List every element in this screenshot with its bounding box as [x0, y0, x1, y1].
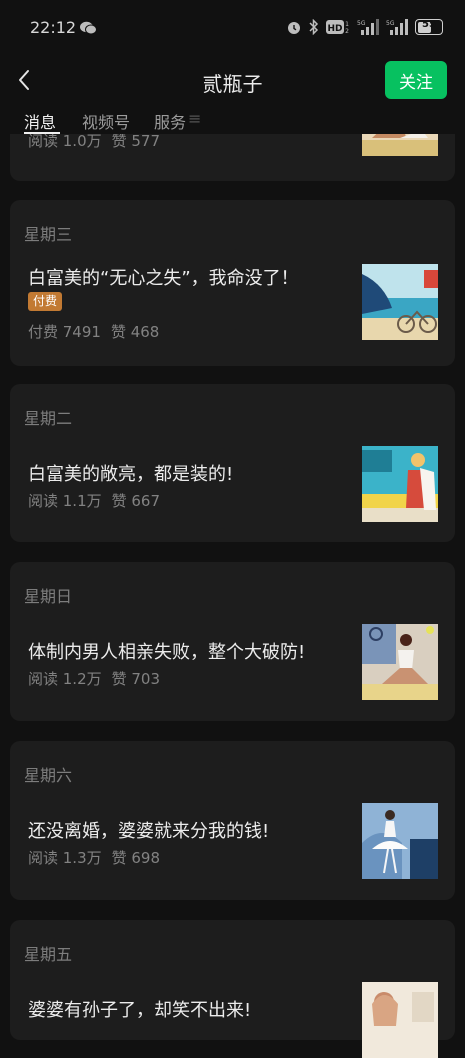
signal-5g-icon: 5G — [357, 19, 379, 35]
battery-icon: 55 — [415, 19, 443, 35]
article-card[interactable]: 星期二 白富美的敞亮，都是装的! 阅读 1.1万赞 667 — [10, 384, 455, 542]
article-card[interactable]: 星期三 白富美的“无心之失”，我命没了！ 付费 付费 7491 赞 468 — [10, 200, 455, 366]
woman-portrait-illustration-icon — [362, 982, 438, 1058]
article-list: 阅读 1.0万赞 577 星期三 白富美的“无心之失”，我命没了！ 付费 付费 … — [0, 0, 465, 1058]
bluetooth-icon — [309, 19, 319, 35]
article-card[interactable]: 星期日 体制内男人相亲失败，整个大破防! 阅读 1.2万赞 703 — [10, 562, 455, 721]
battery-percent: 55 — [422, 19, 436, 30]
article-day: 星期二 — [24, 409, 73, 428]
yoga-illustration-icon — [362, 624, 438, 700]
article-card[interactable]: 星期五 婆婆有孙子了，却笑不出来! — [10, 920, 455, 1058]
tab-bar: 消息 视频号 服务 ≡ — [0, 104, 465, 134]
signal-5g-icon: 5G — [386, 19, 408, 35]
article-stats: 阅读 1.2万赞 703 — [28, 668, 160, 689]
article-day: 星期三 — [24, 225, 73, 244]
back-button[interactable] — [12, 66, 40, 94]
article-title: 体制内男人相亲失败，整个大破防! — [28, 642, 306, 663]
article-title: 婆婆有孙子了，却笑不出来! — [28, 1000, 252, 1021]
tab-channels[interactable]: 视频号 — [82, 109, 130, 133]
like-count: 赞 577 — [111, 132, 161, 150]
follow-button[interactable]: 关注 — [385, 61, 447, 99]
article-card[interactable]: 星期六 还没离婚，婆婆就来分我的钱! 阅读 1.3万赞 698 — [10, 741, 455, 900]
article-day: 星期六 — [24, 766, 73, 785]
hd-label: HD — [327, 24, 342, 34]
article-title: 白富美的“无心之失”，我命没了！ — [28, 268, 299, 289]
like-count: 赞 468 — [110, 323, 160, 341]
nav-bar: 贰瓶子 关注 — [0, 56, 465, 104]
read-count: 阅读 1.2万 — [28, 670, 102, 688]
status-icons: HD 1 2 5G 5G 55 — [286, 16, 443, 38]
article-title: 白富美的敞亮，都是装的! — [28, 464, 234, 485]
tab-services[interactable]: 服务 — [154, 109, 186, 133]
network-label-2: 5G — [386, 20, 395, 27]
article-day: 星期日 — [24, 587, 73, 606]
hd-icon: HD 1 2 — [326, 19, 350, 35]
like-count: 赞 698 — [111, 849, 161, 867]
article-thumbnail — [362, 803, 438, 879]
tab-messages[interactable]: 消息 — [24, 109, 56, 133]
article-day: 星期五 — [24, 945, 73, 964]
network-label-1: 5G — [357, 20, 366, 27]
status-time: 22:12 — [30, 18, 77, 37]
article-stats: 付费 7491 赞 468 — [28, 321, 159, 342]
read-count: 阅读 1.1万 — [28, 492, 102, 510]
seaside-couple-illustration-icon — [362, 446, 438, 522]
tab-overflow-icon: ≡ — [188, 109, 202, 128]
article-stats: 阅读 1.1万赞 667 — [28, 490, 160, 511]
article-thumbnail — [362, 264, 438, 340]
like-count: 赞 667 — [111, 492, 161, 510]
paid-count: 付费 7491 — [28, 323, 101, 341]
paid-badge: 付费 — [28, 292, 63, 311]
article-thumbnail — [362, 624, 438, 700]
article-title: 还没离婚，婆婆就来分我的钱! — [28, 821, 270, 842]
chevron-left-icon — [19, 70, 29, 90]
article-thumbnail — [362, 446, 438, 522]
article-stats: 阅读 1.3万赞 698 — [28, 847, 160, 868]
article-thumbnail — [362, 982, 438, 1058]
beach-bicycle-illustration-icon — [362, 264, 438, 340]
ballet-illustration-icon — [362, 803, 438, 879]
status-bar: 22:12 HD 1 2 5G 5G 55 — [0, 0, 465, 56]
active-tab-indicator — [24, 132, 60, 134]
like-count: 赞 703 — [111, 670, 161, 688]
read-count: 阅读 1.3万 — [28, 849, 102, 867]
read-count: 阅读 1.0万 — [28, 132, 102, 150]
wechat-notification-icon — [80, 20, 97, 35]
svg-text:2: 2 — [345, 28, 349, 35]
svg-text:1: 1 — [345, 21, 349, 28]
alarm-icon — [286, 19, 302, 35]
